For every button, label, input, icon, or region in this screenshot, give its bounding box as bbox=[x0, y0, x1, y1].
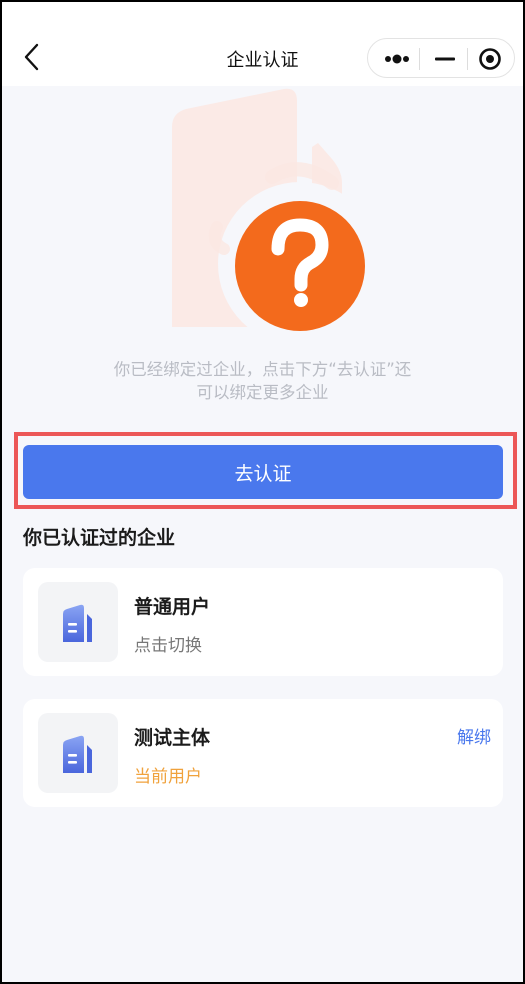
hero-illustration bbox=[162, 87, 382, 346]
mini-program-capsule bbox=[367, 38, 515, 78]
capsule-divider bbox=[467, 48, 468, 70]
nav-bar: 企业认证 bbox=[2, 2, 523, 86]
company-card[interactable]: 测试主体 当前用户 解绑 bbox=[23, 699, 503, 807]
company-logo bbox=[38, 713, 118, 793]
app-screen: 企业认证 你已经绑定过企业，点击下方“去认证”还 可以绑定更多企业 去认证 你已… bbox=[2, 2, 523, 982]
company-logo bbox=[38, 582, 118, 662]
more-button[interactable] bbox=[382, 47, 412, 71]
company-card[interactable]: 普通用户 点击切换 bbox=[23, 568, 503, 676]
building-icon bbox=[63, 604, 92, 642]
more-icon bbox=[385, 54, 409, 64]
minimize-icon bbox=[435, 57, 455, 61]
bind-hint: 你已经绑定过企业，点击下方“去认证”还 可以绑定更多企业 bbox=[42, 358, 483, 404]
unbind-link[interactable]: 解绑 bbox=[457, 723, 491, 748]
hint-line-1: 你已经绑定过企业，点击下方“去认证”还 bbox=[113, 360, 412, 379]
company-name: 测试主体 bbox=[134, 727, 211, 749]
capsule-divider bbox=[419, 48, 420, 70]
close-button[interactable] bbox=[476, 45, 504, 73]
company-name: 普通用户 bbox=[134, 596, 211, 618]
switch-hint: 点击切换 bbox=[134, 636, 202, 656]
minimize-button[interactable] bbox=[430, 47, 460, 71]
hint-line-2: 可以绑定更多企业 bbox=[196, 383, 329, 402]
current-user-label: 当前用户 bbox=[134, 767, 202, 787]
document-question-icon bbox=[172, 88, 382, 346]
building-icon bbox=[63, 735, 92, 773]
close-target-icon bbox=[479, 48, 501, 70]
section-title: 你已认证过的企业 bbox=[23, 527, 176, 549]
go-certify-button[interactable]: 去认证 bbox=[23, 445, 503, 499]
